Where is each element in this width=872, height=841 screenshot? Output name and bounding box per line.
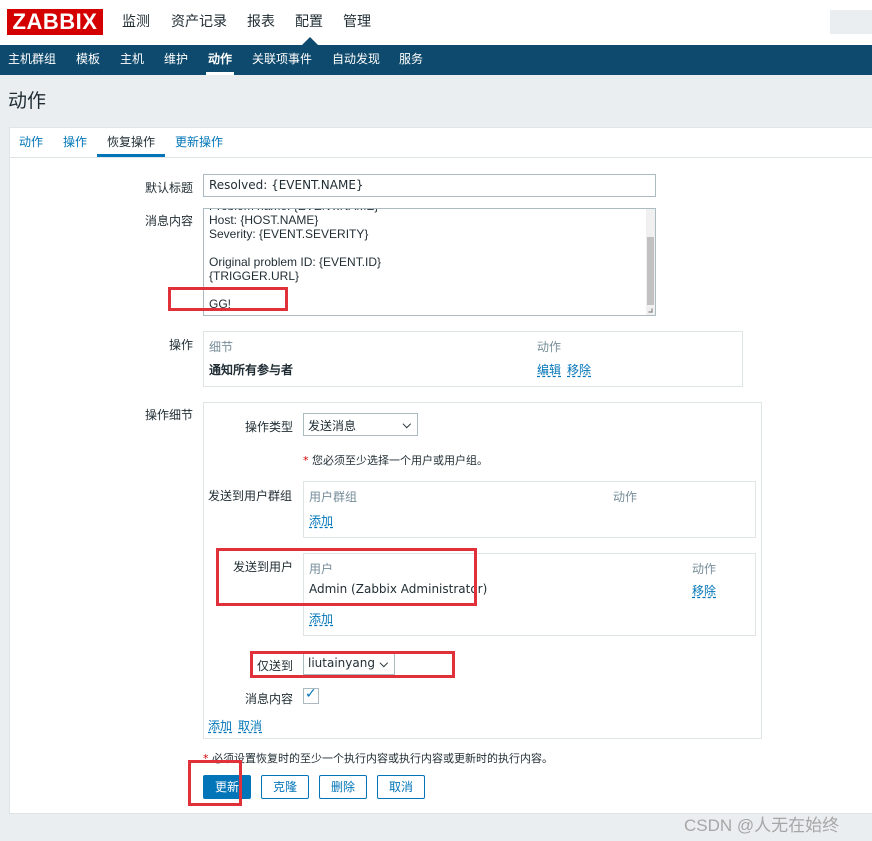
message-content-checkbox[interactable]: ✓: [303, 686, 319, 704]
checkmark-icon: ✓: [305, 686, 317, 702]
clone-button[interactable]: 克隆: [261, 775, 309, 799]
highlight-box-users: [216, 548, 477, 606]
page-title: 动作: [8, 90, 47, 112]
operation-remove-link[interactable]: 移除: [567, 361, 591, 378]
message-scrollbar-thumb[interactable]: [647, 237, 654, 305]
highlight-box-message: [168, 287, 288, 311]
top-bar: ZABBIX 监测 资产记录 报表 配置 管理: [0, 0, 872, 45]
cancel-button[interactable]: 取消: [377, 775, 425, 799]
detail-add-link[interactable]: 添加: [208, 717, 232, 734]
operations-table: [203, 331, 743, 387]
subnav-actions[interactable]: 动作: [208, 45, 232, 75]
tab-divider: [9, 157, 872, 158]
required-user-note: * 您必须至少选择一个用户或用户组。: [303, 454, 488, 467]
send-to-groups-label: 发送到用户群组: [208, 489, 293, 503]
message-scrollbar[interactable]: [646, 209, 655, 315]
delete-button[interactable]: 删除: [319, 775, 367, 799]
nav-administration[interactable]: 管理: [343, 0, 371, 45]
subnav-active-underline: [206, 72, 234, 75]
subnav-services[interactable]: 服务: [399, 45, 423, 75]
message-content-label: 消息内容: [245, 692, 294, 706]
operation-edit-link[interactable]: 编辑: [537, 361, 561, 378]
active-nav-caret-icon: [302, 37, 318, 45]
subnav-discovery[interactable]: 自动发现: [332, 45, 380, 75]
groups-col-group: 用户群组: [309, 490, 358, 504]
search-input[interactable]: [830, 10, 872, 34]
zabbix-logo[interactable]: ZABBIX: [7, 9, 103, 35]
resize-handle-icon[interactable]: [648, 308, 653, 313]
groups-col-action: 动作: [613, 490, 638, 504]
chevron-down-icon: ⌵: [402, 418, 411, 431]
subnav-maintenance[interactable]: 维护: [164, 45, 188, 75]
default-subject-label: 默认标题: [145, 181, 194, 195]
highlight-box-send-only: [250, 651, 455, 678]
tab-recovery-operations[interactable]: 恢复操作: [107, 128, 155, 157]
user-remove-link[interactable]: 移除: [692, 582, 716, 599]
nav-inventory[interactable]: 资产记录: [171, 0, 227, 45]
sub-nav: 主机群组 模板 主机 维护 动作 关联项事件 自动发现 服务: [0, 45, 872, 75]
operation-row-details: 通知所有参与者: [209, 363, 294, 377]
operation-type-select[interactable]: 发送消息 ⌵: [303, 413, 418, 436]
recovery-required-note: * 必须设置恢复时的至少一个执行内容或执行内容或更新时的执行内容。: [203, 752, 553, 765]
users-col-action: 动作: [692, 562, 717, 576]
operation-type-value: 发送消息: [308, 419, 357, 433]
add-user-group-link[interactable]: 添加: [309, 512, 333, 529]
operation-details-label: 操作细节: [145, 408, 194, 422]
subnav-templates[interactable]: 模板: [76, 45, 100, 75]
operations-label: 操作: [169, 338, 194, 352]
tab-update-operations[interactable]: 更新操作: [175, 128, 223, 157]
subnav-event-correlation[interactable]: 关联项事件: [252, 45, 312, 75]
message-label: 消息内容: [145, 214, 194, 228]
highlight-box-update: [188, 760, 242, 806]
nav-monitoring[interactable]: 监测: [122, 0, 150, 45]
tab-action[interactable]: 动作: [19, 128, 43, 157]
nav-reports[interactable]: 报表: [247, 0, 275, 45]
tab-active-indicator: [97, 154, 165, 157]
watermark: CSDN @人无在始终: [684, 816, 840, 835]
default-subject-input[interactable]: Resolved: {EVENT.NAME}: [203, 174, 656, 197]
tab-operations[interactable]: 操作: [63, 128, 87, 157]
operations-col-action: 动作: [537, 340, 562, 354]
user-groups-table: [303, 481, 756, 538]
add-user-link[interactable]: 添加: [309, 610, 333, 627]
operations-col-details: 细节: [209, 340, 234, 354]
detail-cancel-link[interactable]: 取消: [238, 717, 262, 734]
subnav-hosts[interactable]: 主机: [120, 45, 144, 75]
subnav-host-groups[interactable]: 主机群组: [8, 45, 56, 75]
operation-type-label: 操作类型: [245, 420, 294, 434]
